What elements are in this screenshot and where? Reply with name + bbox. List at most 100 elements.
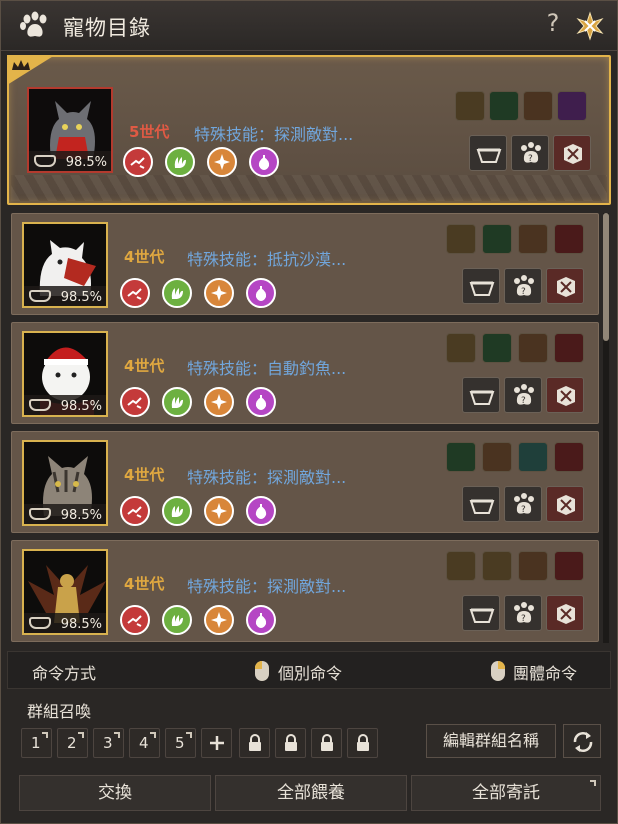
single-command-button[interactable]: 個別命令 (278, 660, 342, 684)
skill-icon-orange[interactable] (204, 278, 234, 308)
skill-icon-red[interactable] (120, 278, 150, 308)
talent-icon[interactable] (446, 224, 476, 254)
talent-icon[interactable] (446, 442, 476, 472)
talent-icon[interactable] (455, 91, 485, 121)
svg-text:?: ? (521, 614, 526, 624)
skill-icon-purple[interactable] (246, 605, 276, 635)
locked-slot[interactable] (275, 728, 306, 758)
feed-button[interactable] (462, 486, 500, 522)
hunger-bar: 98.5% (24, 613, 106, 633)
locked-slot[interactable] (347, 728, 378, 758)
skill-icon-orange[interactable] (204, 605, 234, 635)
skill-icon-purple[interactable] (246, 278, 276, 308)
talent-icon[interactable] (557, 91, 587, 121)
feed-button[interactable] (462, 268, 500, 304)
talent-icon[interactable] (554, 442, 584, 472)
locked-slot[interactable] (239, 728, 270, 758)
seal-button[interactable] (546, 268, 584, 304)
pet-list: 98.5% 5世代 特殊技能：探測敵對... ? 98.5% 4世代 特殊技能：… (7, 55, 611, 645)
feed-button[interactable] (462, 377, 500, 413)
pet-portrait: 98.5% (22, 549, 108, 635)
skill-icon-purple[interactable] (249, 147, 279, 177)
pet-portrait: 98.5% (22, 222, 108, 308)
deposit-all-button[interactable]: 全部寄託 (411, 775, 601, 811)
skill-icon-orange[interactable] (204, 496, 234, 526)
skill-icon-green[interactable] (165, 147, 195, 177)
hunger-bar: 98.5% (24, 504, 106, 524)
title-bar[interactable]: 寵物目錄 ? (1, 1, 617, 51)
talent-icon[interactable] (518, 551, 548, 581)
summon-slot-1[interactable]: 1 (21, 728, 52, 758)
svg-text:?: ? (521, 505, 526, 515)
talent-icon[interactable] (554, 333, 584, 363)
skill-icon-red[interactable] (120, 496, 150, 526)
talent-icon[interactable] (518, 333, 548, 363)
command-button[interactable]: ? (504, 268, 542, 304)
talent-icon[interactable] (482, 224, 512, 254)
add-slot-button[interactable] (201, 728, 232, 758)
talent-icon[interactable] (482, 442, 512, 472)
command-button[interactable]: ? (511, 135, 549, 171)
help-button[interactable]: ? (541, 9, 565, 37)
feed-button[interactable] (462, 595, 500, 631)
skill-icon-purple[interactable] (246, 496, 276, 526)
skill-icon-orange[interactable] (207, 147, 237, 177)
mouse-left-icon (255, 661, 269, 681)
lock-icon (240, 729, 269, 757)
skill-icon-purple[interactable] (246, 387, 276, 417)
talent-icon[interactable] (518, 442, 548, 472)
talent-icon[interactable] (446, 551, 476, 581)
summon-slot-4[interactable]: 4 (129, 728, 160, 758)
skill-icon-green[interactable] (162, 387, 192, 417)
pet-portrait: 98.5% (22, 440, 108, 526)
skill-icon-green[interactable] (162, 605, 192, 635)
talent-icon[interactable] (554, 224, 584, 254)
command-button[interactable]: ? (504, 377, 542, 413)
skill-icon-green[interactable] (162, 496, 192, 526)
skill-icon-red[interactable] (123, 147, 153, 177)
command-button[interactable]: ? (504, 595, 542, 631)
command-button[interactable]: ? (504, 486, 542, 522)
talent-icon[interactable] (518, 224, 548, 254)
talent-icon[interactable] (554, 551, 584, 581)
seal-button[interactable] (546, 486, 584, 522)
talent-icon[interactable] (482, 333, 512, 363)
talent-icon[interactable] (482, 551, 512, 581)
edit-group-name-button[interactable]: 編輯群組名稱 (426, 724, 556, 758)
pet-card[interactable]: 98.5% 4世代 特殊技能：抵抗沙漠... ? (11, 213, 599, 315)
seal-button[interactable] (546, 377, 584, 413)
summon-slot-2[interactable]: 2 (57, 728, 88, 758)
pet-card[interactable]: 98.5% 4世代 特殊技能：探測敵對... ? (11, 540, 599, 642)
skill-icon-green[interactable] (162, 278, 192, 308)
scrollbar[interactable] (603, 213, 609, 643)
scroll-thumb[interactable] (603, 213, 609, 341)
pet-card[interactable]: 98.5% 4世代 特殊技能：自動釣魚... ? (11, 322, 599, 424)
hunger-value: 98.5% (60, 290, 102, 305)
skill-icon-red[interactable] (120, 605, 150, 635)
talent-icon[interactable] (489, 91, 519, 121)
locked-slot[interactable] (311, 728, 342, 758)
pet-skill: 特殊技能：抵抗沙漠... (187, 250, 347, 269)
feed-button[interactable] (469, 135, 507, 171)
feed-all-button[interactable]: 全部餵養 (215, 775, 407, 811)
bowl-icon (29, 399, 51, 411)
pet-card[interactable]: 98.5% 4世代 特殊技能：探測敵對... ? (11, 431, 599, 533)
pet-generation: 4世代 (124, 357, 165, 375)
exchange-button[interactable]: 交換 (19, 775, 211, 811)
skill-icon-orange[interactable] (204, 387, 234, 417)
pet-generation: 4世代 (124, 575, 165, 593)
pet-card[interactable]: 98.5% 5世代 特殊技能：探測敵對... ? (7, 55, 611, 205)
group-command-button[interactable]: 團體命令 (513, 660, 577, 684)
talent-icon[interactable] (446, 333, 476, 363)
summon-slot-3[interactable]: 3 (93, 728, 124, 758)
refresh-button[interactable] (563, 724, 601, 758)
summon-slot-5[interactable]: 5 (165, 728, 196, 758)
seal-button[interactable] (546, 595, 584, 631)
window-title: 寵物目錄 (63, 16, 151, 40)
svg-text:?: ? (521, 396, 526, 406)
talent-icon[interactable] (523, 91, 553, 121)
close-icon[interactable] (575, 11, 605, 41)
seal-button[interactable] (553, 135, 591, 171)
skill-icon-red[interactable] (120, 387, 150, 417)
refresh-icon (573, 732, 593, 752)
